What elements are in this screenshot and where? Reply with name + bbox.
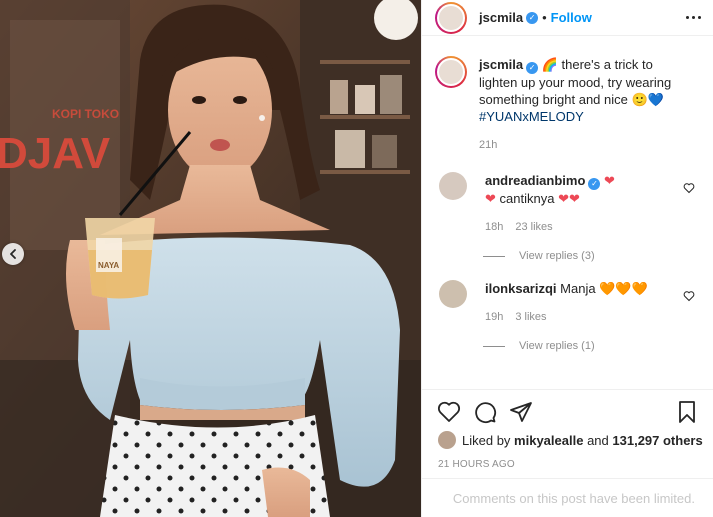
- photo-cup-text: NAYA: [98, 261, 119, 270]
- separator-dot: •: [542, 10, 547, 25]
- verified-badge-icon: ✓: [588, 178, 601, 190]
- liked-by-and: and: [587, 432, 609, 448]
- post-timestamp[interactable]: 21 HOURS AGO: [438, 459, 515, 470]
- bookmark-icon[interactable]: [675, 400, 699, 424]
- photo-store-text: DJAV: [0, 129, 111, 178]
- replies-line: [483, 345, 505, 347]
- comment-likes[interactable]: 3 likes: [515, 311, 546, 323]
- comment-text: cantiknya: [499, 191, 555, 206]
- liked-by-user[interactable]: mikyalealle: [514, 433, 583, 448]
- view-replies-button[interactable]: View replies (1): [483, 340, 713, 352]
- previous-image-button[interactable]: [2, 243, 24, 265]
- caption-age[interactable]: 21h: [479, 139, 497, 151]
- comment-text: Manja: [560, 281, 596, 296]
- comment-item: ilonksarizqi Manja 🧡🧡🧡 19h 3 likes: [422, 280, 713, 326]
- liker-avatar[interactable]: [438, 431, 456, 449]
- red-heart-emoji: ❤: [604, 173, 615, 188]
- post-header: jscmila ✓ • Follow: [422, 0, 713, 36]
- post-photo[interactable]: KOPI TOKO DJAV NAYA: [0, 0, 421, 517]
- share-paper-plane-icon[interactable]: [509, 400, 533, 424]
- comment-age[interactable]: 18h: [485, 221, 503, 233]
- chevron-left-icon: [10, 249, 16, 259]
- verified-badge-icon: ✓: [526, 11, 539, 24]
- post-details-panel: jscmila ✓ • Follow jscmila ✓ 🌈 there's a …: [421, 0, 713, 517]
- verified-badge-icon: ✓: [526, 62, 539, 74]
- like-comment-heart-icon[interactable]: [683, 182, 695, 194]
- action-bar: [422, 389, 713, 424]
- liked-by-prefix: Liked by: [462, 432, 511, 448]
- red-heart-emoji: ❤❤: [558, 191, 580, 206]
- like-comment-heart-icon[interactable]: [683, 290, 695, 302]
- comments-limited-notice: Comments on this post have been limited.: [422, 478, 713, 517]
- comment-username[interactable]: ilonksarizqi: [485, 281, 557, 296]
- orange-heart-emoji: 🧡🧡🧡: [599, 281, 648, 296]
- comments-list[interactable]: jscmila ✓ 🌈 there's a trick to lighten up…: [422, 56, 713, 387]
- replies-line: [483, 255, 505, 257]
- photo-store-sub: KOPI TOKO: [52, 107, 119, 121]
- caption: jscmila ✓ 🌈 there's a trick to lighten up…: [422, 56, 713, 154]
- commenter-avatar[interactable]: [439, 280, 467, 308]
- caption-username[interactable]: jscmila: [479, 57, 523, 72]
- comment-item: andreadianbimo ✓ ❤ ❤ cantiknya ❤❤ 18h 23 l…: [422, 172, 713, 236]
- comment-username[interactable]: andreadianbimo: [485, 173, 585, 188]
- more-options-icon[interactable]: [682, 12, 705, 23]
- red-heart-emoji: ❤: [485, 191, 496, 206]
- comment-bubble-icon[interactable]: [473, 400, 497, 424]
- caption-hashtag[interactable]: #YUANxMELODY: [479, 109, 584, 124]
- commenter-avatar[interactable]: [439, 172, 467, 200]
- view-replies-button[interactable]: View replies (3): [483, 250, 713, 262]
- view-replies-label: View replies (3): [519, 250, 595, 262]
- likes-summary: Liked by mikyalealle and 131,297 others: [438, 431, 703, 449]
- photo-illustration: KOPI TOKO DJAV NAYA: [0, 0, 421, 517]
- like-heart-icon[interactable]: [437, 400, 461, 424]
- blue-heart-icon: 💙: [647, 92, 664, 107]
- liked-count[interactable]: 131,297 others: [612, 433, 702, 448]
- author-username[interactable]: jscmila: [479, 10, 523, 25]
- comment-likes[interactable]: 23 likes: [515, 221, 552, 233]
- comment-age[interactable]: 19h: [485, 311, 503, 323]
- caption-author-avatar[interactable]: [435, 56, 467, 88]
- author-avatar[interactable]: [435, 1, 467, 34]
- follow-button[interactable]: Follow: [551, 10, 592, 25]
- view-replies-label: View replies (1): [519, 340, 595, 352]
